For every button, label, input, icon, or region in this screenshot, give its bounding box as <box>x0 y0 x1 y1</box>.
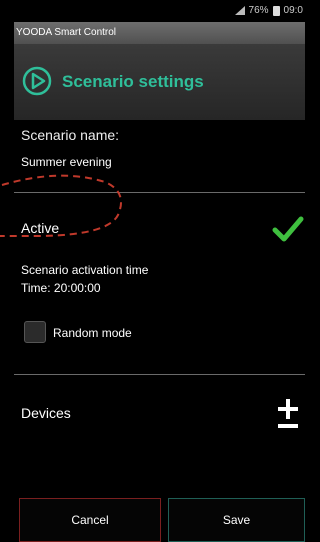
status-bar: 76% 09:0 <box>14 0 305 22</box>
signal-icon <box>234 6 245 15</box>
random-mode-label[interactable]: Random mode <box>53 326 132 340</box>
divider <box>14 374 305 375</box>
check-icon[interactable] <box>272 214 304 244</box>
battery-percent: 76% <box>248 5 269 16</box>
activation-time-label: Scenario activation time <box>21 263 149 277</box>
active-label[interactable]: Active <box>21 220 59 236</box>
plus-minus-icon[interactable] <box>276 397 300 431</box>
random-mode-checkbox[interactable] <box>24 321 46 343</box>
clock: 09:0 <box>283 5 303 16</box>
activation-time-value[interactable]: Time: 20:00:00 <box>21 281 101 295</box>
page-title: Scenario settings <box>62 72 204 91</box>
play-icon <box>22 66 52 96</box>
scenario-name-label: Scenario name: <box>21 127 120 143</box>
app-title: YOODA Smart Control <box>14 22 305 44</box>
annotation-dashed-ellipse <box>0 174 122 237</box>
devices-label: Devices <box>21 405 71 421</box>
battery-icon <box>272 5 280 16</box>
screen-header: Scenario settings <box>14 44 305 120</box>
cancel-button[interactable]: Cancel <box>19 498 161 542</box>
save-button[interactable]: Save <box>168 498 305 542</box>
status-icons: 76% 09:0 <box>234 5 303 16</box>
